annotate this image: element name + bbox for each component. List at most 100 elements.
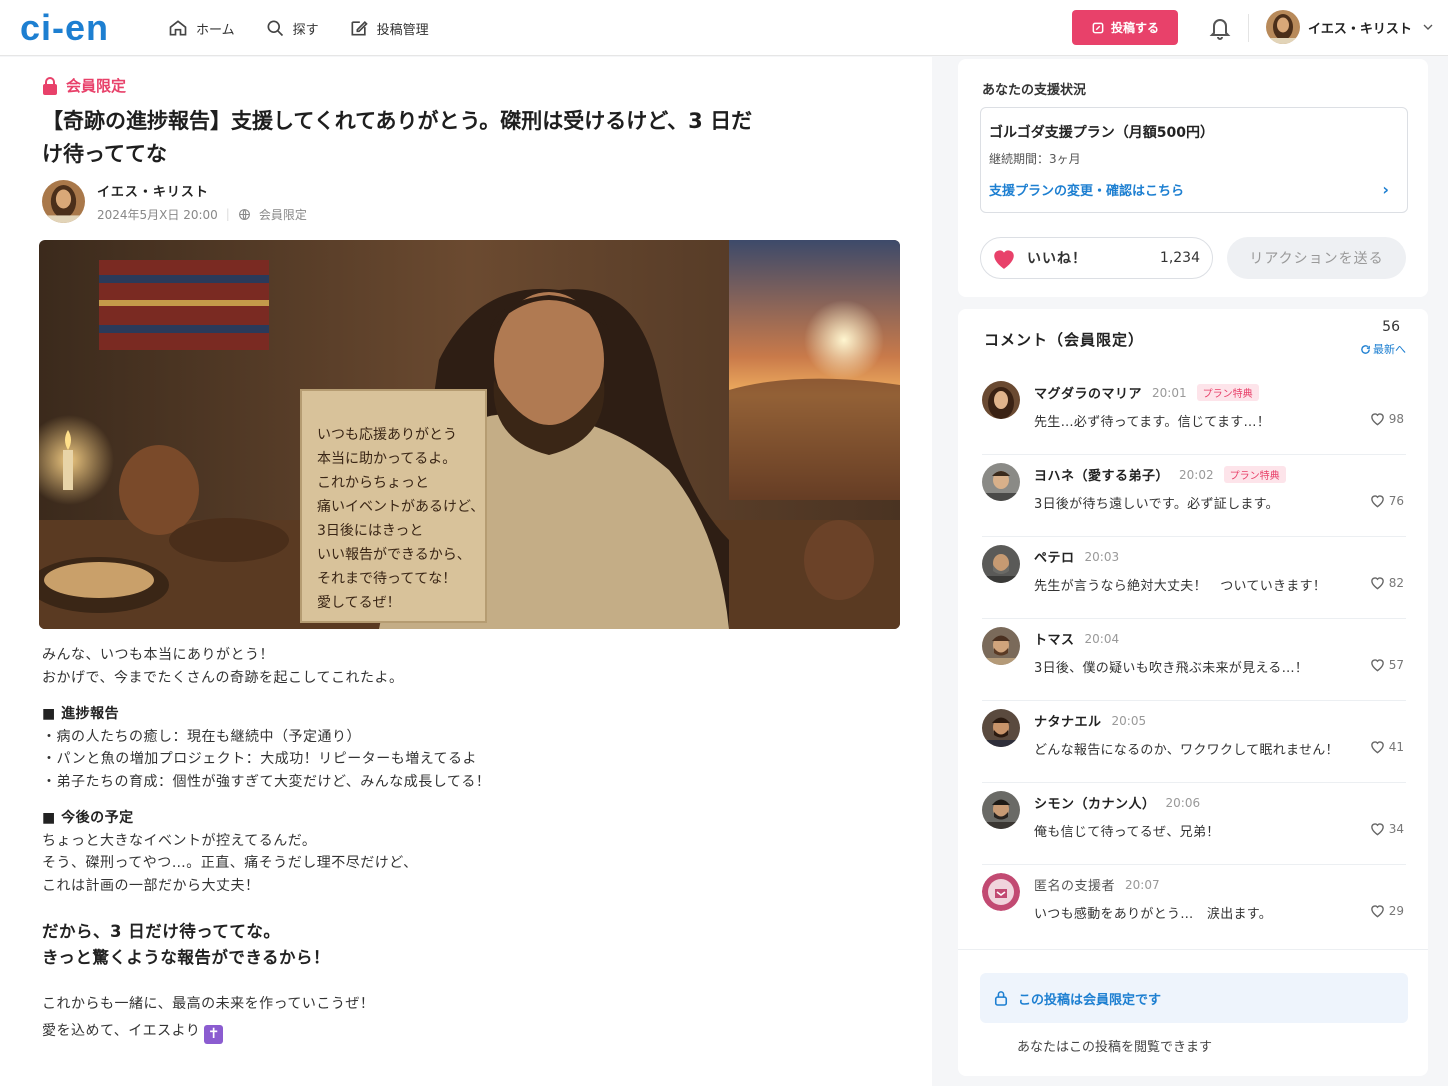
body-line: そう、磔刑ってやつ…。正直、痛そうだし理不尽だけど、 (42, 855, 418, 871)
commenter-avatar[interactable] (982, 545, 1020, 583)
nav-home[interactable]: ホーム (168, 18, 235, 38)
like-count: 1,234 (1159, 250, 1200, 266)
comment-like-button[interactable]: 76 (1370, 494, 1404, 508)
user-name: イエス・キリスト (1308, 21, 1412, 37)
comment-text: 先生…必ず待ってます。信じてます…！ (1034, 415, 1271, 430)
jump-latest-link[interactable]: 最新へ (1360, 341, 1406, 357)
members-notice: この投稿は会員限定です (980, 973, 1408, 1023)
site-logo[interactable]: ci-en (20, 8, 109, 48)
body-line: ・病の人たちの癒し：現在も継続中（予定通り） (42, 728, 361, 745)
members-only-label: 会員限定 (66, 77, 127, 95)
edit-icon (351, 20, 368, 36)
heart-outline-icon (1370, 905, 1384, 918)
globe-icon (238, 208, 250, 220)
commenter-name[interactable]: ヨハネ（愛する弟子） (1034, 465, 1169, 484)
comment-time: 20:01 (1152, 385, 1187, 400)
plan-change-link[interactable]: 支援プランの変更・確認はこちら (989, 180, 1184, 199)
body-line: これからも一緒に、最高の未来を作っていこうぜ！ (42, 996, 375, 1012)
author-avatar[interactable] (42, 180, 85, 223)
comment-like-count: 29 (1388, 904, 1404, 918)
svg-text:これからちょっと: これからちょっと (317, 475, 429, 491)
members-only-badge: 会員限定 (42, 75, 126, 96)
body-line: みんな、いつも本当にありがとう！ (42, 647, 274, 663)
comment-like-count: 76 (1388, 494, 1404, 508)
svg-text:痛いイベントがあるけど、: 痛いイベントがあるけど、 (317, 498, 484, 515)
comment-like-button[interactable]: 34 (1370, 822, 1404, 836)
nav-search[interactable]: 探す (265, 18, 319, 38)
comment-like-button[interactable]: 29 (1370, 904, 1404, 918)
body-line: これは計画の一部だから大丈夫！ (42, 877, 260, 894)
svg-text:本当に助かってるよ。: 本当に助かってるよ。 (317, 451, 456, 467)
comment-like-button[interactable]: 57 (1370, 658, 1404, 672)
commenter-avatar[interactable] (982, 709, 1020, 747)
comment-text: 3日後、僕の疑いも吹き飛ぶ未来が見える…！ (1034, 661, 1309, 676)
comment-time: 20:06 (1165, 795, 1201, 810)
commenter-avatar[interactable] (982, 463, 1020, 501)
svg-text:いつも応援ありがとう: いつも応援ありがとう (317, 427, 457, 443)
anonymous-avatar[interactable] (982, 873, 1020, 911)
post-date: 2024年5月X日 20:00 (97, 207, 218, 222)
nav-search-label: 探す (292, 22, 319, 38)
bell-icon[interactable] (1208, 15, 1232, 41)
heart-outline-icon (1370, 495, 1384, 508)
post-main: 会員限定 【奇跡の進捗報告】支援してくれてありがとう。磔刑は受けるけど、3 日だ… (0, 57, 932, 1086)
commenter-name[interactable]: ペテロ (1034, 547, 1075, 566)
comment-like-count: 57 (1388, 658, 1404, 672)
comments-card: コメント（会員限定） 56 最新へ マグダラのマリア 20:01 プラン特典 先生…… (958, 309, 1428, 1076)
lock-icon (43, 76, 57, 95)
send-reaction-button[interactable]: リアクションを送る (1227, 237, 1406, 279)
nav-post-manage[interactable]: 投稿管理 (349, 18, 429, 38)
emphasis-line: きっと驚くような報告ができるから！ (42, 948, 331, 967)
chevron-down-icon (1423, 24, 1433, 30)
comment-like-button[interactable]: 82 (1370, 576, 1404, 590)
comment-item: ペテロ 20:03 先生が言うなら絶対大丈夫！ ついていきます！ 82 (982, 537, 1406, 619)
commenter-avatar[interactable] (982, 791, 1020, 829)
comment-like-count: 98 (1388, 412, 1404, 426)
commenter-name[interactable]: ナタナエル (1034, 711, 1102, 730)
comment-text: 俺も信じて待ってるぜ、兄弟！ (1034, 825, 1220, 840)
commenter-name[interactable]: 匿名の支援者 (1034, 875, 1115, 894)
lock-outline-icon (994, 991, 1008, 1006)
home-icon (169, 20, 187, 36)
comment-item: ナタナエル 20:05 どんな報告になるのか、ワクワクして眠れません！ 41 (982, 701, 1406, 783)
svg-text:いい報告ができるから、: いい報告ができるから、 (317, 547, 471, 563)
body-line: ちょっと大きなイベントが控えてるんだ。 (42, 832, 317, 849)
post-title: 【奇跡の進捗報告】支援してくれてありがとう。磔刑は受けるけど、3 日だけ待ってて… (42, 109, 753, 166)
comment-time: 20:07 (1125, 877, 1160, 892)
comments-count: 56 (1382, 319, 1400, 335)
body-line: ・弟子たちの育成：個性が強すぎて大変だけど、みんな成長してる！ (42, 773, 491, 790)
like-button[interactable]: いいね！ 1,234 (980, 237, 1213, 279)
comment-text: どんな報告になるのか、ワクワクして眠れません！ (1034, 743, 1339, 758)
commenter-name[interactable]: トマス (1034, 629, 1075, 648)
search-icon (267, 20, 283, 37)
post-body: みんな、いつも本当にありがとう！ おかげで、今までたくさんの奇跡を起こしてこれた… (42, 644, 892, 1044)
jump-latest-label: 最新へ (1373, 343, 1406, 356)
post-button[interactable]: 投稿する (1072, 10, 1178, 45)
user-menu[interactable]: イエス・キリスト (1266, 10, 1436, 44)
comment-like-button[interactable]: 41 (1370, 740, 1404, 754)
top-header: ci-en ホーム 探す 投稿管理 投稿する イエス・キリスト (0, 0, 1448, 56)
chevron-right-icon[interactable]: › (1382, 180, 1389, 199)
plan-box[interactable]: ゴルゴダ支援プラン（月額500円） 継続期間：3ヶ月 支援プランの変更・確認はこ… (980, 107, 1408, 213)
comment-item: マグダラのマリア 20:01 プラン特典 先生…必ず待ってます。信じてます…！ 98 (982, 373, 1406, 455)
commenter-name[interactable]: シモン（カナン人） (1034, 793, 1156, 812)
cross-icon: ✝ (204, 1024, 224, 1044)
commenter-name[interactable]: マグダラのマリア (1034, 383, 1142, 402)
author-name[interactable]: イエス・キリスト (97, 181, 307, 200)
emphasis-line: だから、3 日だけ待っててな。 (42, 922, 281, 941)
support-status-card: あなたの支援状況 ゴルゴダ支援プラン（月額500円） 継続期間：3ヶ月 支援プラ… (958, 59, 1428, 297)
heart-outline-icon (1370, 659, 1384, 672)
post-button-label: 投稿する (1110, 21, 1159, 35)
commenter-avatar[interactable] (982, 381, 1020, 419)
body-line: おかげで、今までたくさんの奇跡を起こしてこれたよ。 (42, 669, 404, 686)
svg-text:それまで待っててな！: それまで待っててな！ (317, 571, 456, 587)
commenter-avatar[interactable] (982, 627, 1020, 665)
nav-post-manage-label: 投稿管理 (376, 22, 429, 38)
comment-like-count: 41 (1388, 740, 1404, 754)
header-divider (1248, 14, 1249, 42)
comment-time: 20:04 (1084, 631, 1120, 646)
comment-text: 先生が言うなら絶対大丈夫！ ついていきます！ (1034, 579, 1327, 594)
comment-like-button[interactable]: 98 (1370, 412, 1404, 426)
svg-text:愛してるぜ！: 愛してるぜ！ (317, 595, 401, 611)
plan-duration: 継続期間：3ヶ月 (989, 152, 1081, 166)
